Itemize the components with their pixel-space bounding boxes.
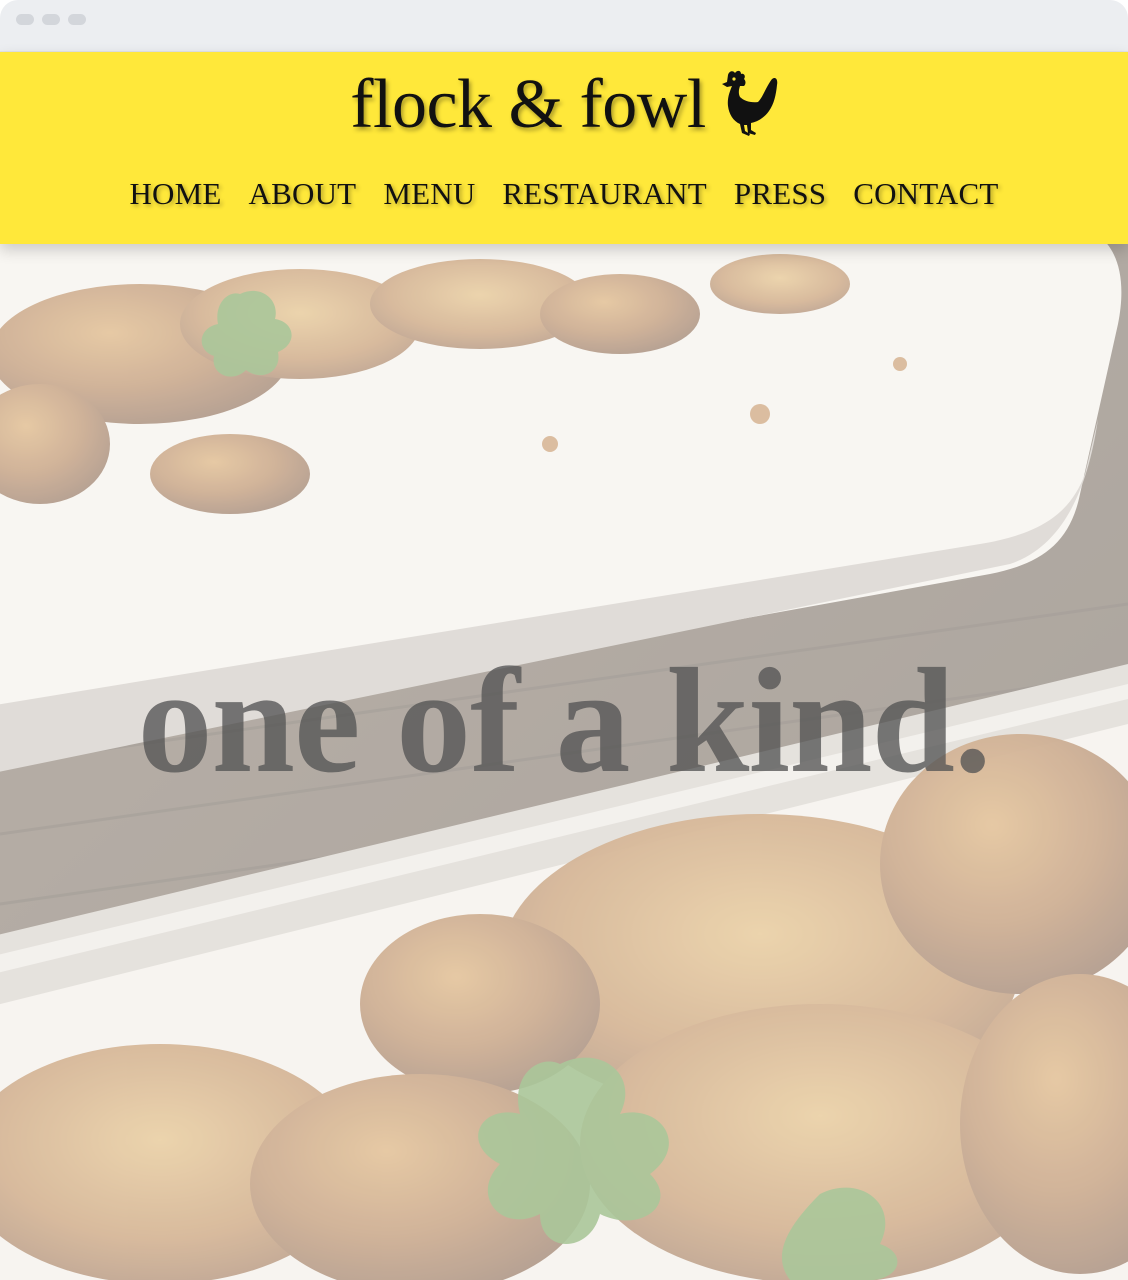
nav-link-home[interactable]: HOME [129, 176, 221, 212]
window-control-dot[interactable] [16, 14, 34, 25]
nav-link-press[interactable]: PRESS [734, 176, 826, 212]
browser-titlebar [0, 0, 1128, 52]
browser-window: flock & fowl HOME ABOUT MENU RESTAURANT … [0, 0, 1128, 1280]
window-control-dot[interactable] [42, 14, 60, 25]
nav-link-restaurant[interactable]: RESTAURANT [502, 176, 706, 212]
nav-link-about[interactable]: ABOUT [249, 176, 357, 212]
brand-name: flock & fowl [350, 66, 706, 143]
nav-link-menu[interactable]: MENU [383, 176, 475, 212]
hen-icon [721, 70, 778, 136]
main-nav: HOME ABOUT MENU RESTAURANT PRESS CONTACT [0, 176, 1128, 212]
hero-tagline: one of a kind. [137, 638, 992, 804]
site-header: flock & fowl HOME ABOUT MENU RESTAURANT … [0, 52, 1128, 244]
window-control-dot[interactable] [68, 14, 86, 25]
nav-link-contact[interactable]: CONTACT [853, 176, 998, 212]
brand-logo-link[interactable]: flock & fowl [0, 60, 1128, 150]
